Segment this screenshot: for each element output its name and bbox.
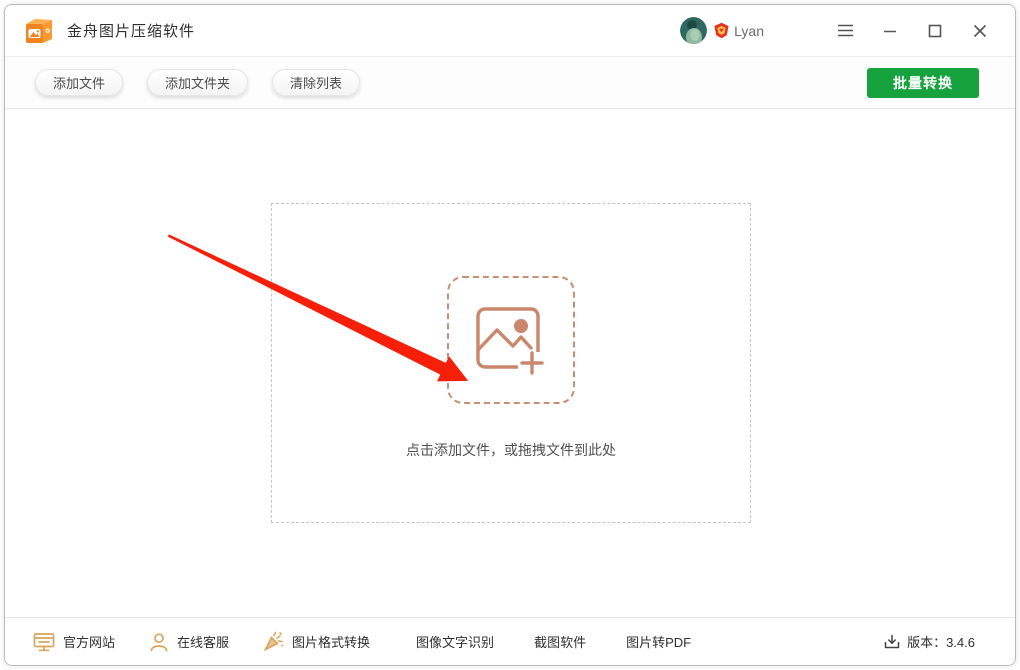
- username[interactable]: Lyan: [734, 23, 764, 39]
- app-logo-icon: [23, 15, 55, 47]
- person-icon: [149, 632, 169, 652]
- toolbar: 添加文件 添加文件夹 清除列表 批量转换: [5, 57, 1015, 109]
- footer-link-img2pdf[interactable]: 图片转PDF: [626, 632, 691, 651]
- add-file-button[interactable]: 添加文件: [35, 69, 123, 96]
- app-window: 金舟图片压缩软件 Lyan: [4, 4, 1016, 666]
- footer-link-format-convert[interactable]: 图片格式转换: [263, 631, 370, 652]
- dropzone-hint: 点击添加文件，或拖拽文件到此处: [406, 440, 616, 460]
- version-info[interactable]: 版本：3.4.6: [884, 632, 975, 651]
- app-title: 金舟图片压缩软件: [67, 20, 195, 41]
- footer-link-label: 官方网站: [63, 632, 115, 651]
- footer-link-official-site[interactable]: 官方网站: [33, 632, 115, 652]
- menu-icon[interactable]: [830, 16, 860, 46]
- footer-link-screenshot[interactable]: 截图软件: [534, 632, 586, 651]
- add-file-label: 添加文件: [53, 73, 105, 92]
- footer-link-ocr[interactable]: 图像文字识别: [416, 632, 494, 651]
- batch-convert-button[interactable]: 批量转换: [867, 68, 979, 98]
- add-image-target[interactable]: [447, 276, 575, 404]
- vip-badge-icon: [713, 22, 730, 39]
- footer-link-label: 图片格式转换: [292, 632, 370, 651]
- window-controls: [830, 16, 995, 46]
- close-icon[interactable]: [965, 16, 995, 46]
- add-folder-label: 添加文件夹: [165, 73, 230, 92]
- maximize-icon[interactable]: [920, 16, 950, 46]
- footer-link-label: 在线客服: [177, 632, 229, 651]
- minimize-icon[interactable]: [875, 16, 905, 46]
- avatar[interactable]: [680, 17, 707, 44]
- main-area: 点击添加文件，或拖拽文件到此处: [5, 109, 1015, 617]
- party-popper-icon: [263, 631, 284, 652]
- footer-link-online-support[interactable]: 在线客服: [149, 632, 229, 652]
- add-image-icon: [473, 304, 549, 376]
- monitor-icon: [33, 632, 55, 652]
- clear-list-button[interactable]: 清除列表: [272, 69, 360, 96]
- add-folder-button[interactable]: 添加文件夹: [147, 69, 248, 96]
- download-icon: [884, 634, 900, 650]
- footer: 官方网站 在线客服 图片格式转换 图像文字识别 截图软件 图片转PDF 版本：3…: [5, 617, 1015, 665]
- file-dropzone[interactable]: 点击添加文件，或拖拽文件到此处: [271, 203, 751, 523]
- batch-convert-label: 批量转换: [893, 73, 953, 93]
- titlebar: 金舟图片压缩软件 Lyan: [5, 5, 1015, 57]
- clear-list-label: 清除列表: [290, 73, 342, 92]
- version-label: 版本：3.4.6: [907, 632, 975, 651]
